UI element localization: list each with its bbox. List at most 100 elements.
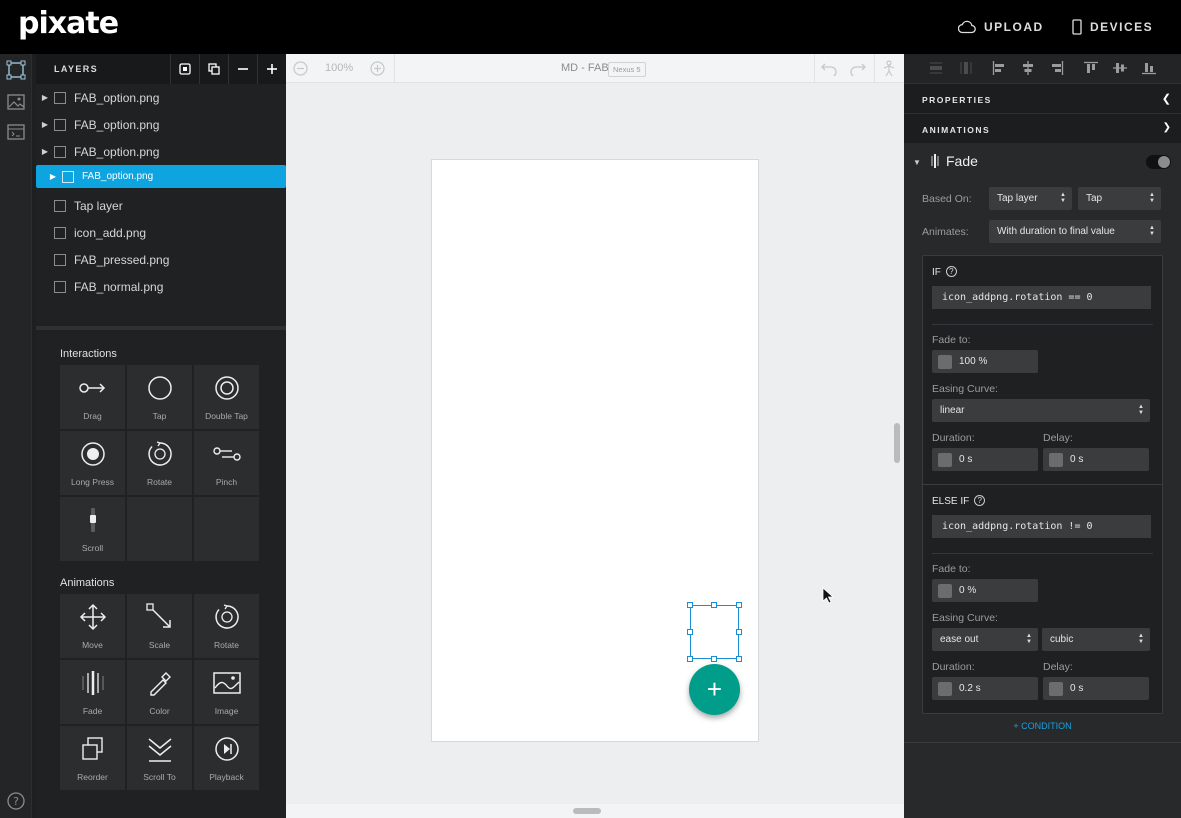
device-badge[interactable]: Nexus 5 bbox=[608, 62, 646, 77]
scale-animation-tile[interactable]: Scale bbox=[127, 594, 192, 658]
selection-box[interactable] bbox=[687, 602, 742, 662]
layer-row-selected[interactable]: ▶ FAB_option.png bbox=[36, 165, 286, 188]
long-press-interaction-tile[interactable]: Long Press bbox=[60, 431, 125, 495]
delay-input[interactable]: 0 s bbox=[1043, 448, 1149, 471]
undo-icon[interactable] bbox=[820, 61, 838, 76]
align-left-icon[interactable] bbox=[992, 61, 1006, 75]
easing-curve-select[interactable]: ease out ▲ ▼ bbox=[932, 628, 1038, 651]
duration-input[interactable]: 0 s bbox=[932, 448, 1038, 471]
based-on-layer-select[interactable]: Tap layer ▲ ▼ bbox=[989, 187, 1072, 210]
easing-type-select[interactable]: cubic ▲ ▼ bbox=[1042, 628, 1150, 651]
duration-input[interactable]: 0.2 s bbox=[932, 677, 1038, 700]
enable-toggle[interactable] bbox=[1146, 155, 1171, 169]
layer-checkbox[interactable] bbox=[54, 199, 66, 212]
rotate-animation-tile[interactable]: Rotate bbox=[194, 594, 259, 658]
vertical-scrollbar[interactable] bbox=[894, 423, 900, 463]
align-bottom-icon[interactable] bbox=[1142, 61, 1156, 75]
layer-checkbox[interactable] bbox=[54, 253, 66, 266]
layers-panel: LAYERS ▶ FAB_option.png ▶ FAB_option.png ▶… bbox=[36, 54, 286, 326]
help-icon[interactable]: ? bbox=[974, 495, 986, 506]
help-icon[interactable]: ? bbox=[945, 266, 957, 277]
pinch-interaction-tile[interactable]: Pinch bbox=[194, 431, 259, 495]
reorder-animation-tile[interactable]: Reorder bbox=[60, 726, 125, 790]
remove-layer-button[interactable] bbox=[228, 54, 256, 84]
code-tool-icon[interactable] bbox=[6, 122, 26, 142]
preview-person-icon[interactable] bbox=[882, 60, 896, 77]
layer-checkbox[interactable] bbox=[54, 280, 66, 293]
layer-row[interactable]: FAB_pressed.png bbox=[36, 246, 286, 273]
layer-row[interactable]: Tap layer bbox=[36, 192, 286, 219]
layers-tool-icon[interactable] bbox=[6, 60, 26, 80]
distribute-vertical-icon[interactable] bbox=[959, 61, 973, 75]
scroll-interaction-tile[interactable]: Scroll bbox=[60, 497, 125, 561]
redo-icon[interactable] bbox=[849, 61, 867, 76]
resize-handle[interactable] bbox=[736, 629, 742, 635]
layer-row[interactable]: ▶ FAB_option.png bbox=[36, 138, 286, 165]
expand-triangle-icon[interactable]: ▶ bbox=[36, 93, 54, 102]
layer-checkbox[interactable] bbox=[54, 226, 66, 239]
drag-interaction-tile[interactable]: Drag bbox=[60, 365, 125, 429]
upload-button[interactable]: UPLOAD bbox=[958, 16, 1044, 38]
align-middle-vertical-icon[interactable] bbox=[1113, 61, 1127, 75]
playback-animation-tile[interactable]: Playback bbox=[194, 726, 259, 790]
resize-handle[interactable] bbox=[687, 602, 693, 608]
clock-icon bbox=[938, 452, 952, 467]
devices-button[interactable]: DEVICES bbox=[1072, 16, 1153, 38]
animations-section-header[interactable]: ANIMATIONS ❯ bbox=[904, 113, 1181, 143]
properties-section-header[interactable]: PROPERTIES ❮ bbox=[904, 83, 1181, 113]
tap-interaction-tile[interactable]: Tap bbox=[127, 365, 192, 429]
else-if-condition-input[interactable]: icon_addpng.rotation != 0 bbox=[932, 515, 1151, 538]
if-condition-input[interactable]: icon_addpng.rotation == 0 bbox=[932, 286, 1151, 309]
fade-animation-tile[interactable]: Fade bbox=[60, 660, 125, 724]
zoom-out-icon[interactable] bbox=[293, 61, 308, 76]
layer-row[interactable]: icon_add.png bbox=[36, 219, 286, 246]
fade-to-input[interactable]: 0 % bbox=[932, 579, 1038, 602]
app-logo[interactable]: pixate bbox=[18, 6, 119, 41]
resize-handle[interactable] bbox=[711, 602, 717, 608]
move-animation-tile[interactable]: Move bbox=[60, 594, 125, 658]
scroll-to-animation-tile[interactable]: Scroll To bbox=[127, 726, 192, 790]
layers-header: LAYERS bbox=[36, 54, 286, 84]
align-right-icon[interactable] bbox=[1050, 61, 1064, 75]
fade-to-input[interactable]: 100 % bbox=[932, 350, 1038, 373]
double-tap-interaction-tile[interactable]: Double Tap bbox=[194, 365, 259, 429]
animates-select[interactable]: With duration to final value ▲ ▼ bbox=[989, 220, 1161, 243]
layer-row[interactable]: ▶ FAB_option.png bbox=[36, 84, 286, 111]
expand-triangle-icon[interactable]: ▶ bbox=[44, 172, 62, 181]
align-center-horizontal-icon[interactable] bbox=[1021, 61, 1035, 75]
add-layer-button[interactable] bbox=[257, 54, 285, 84]
duplicate-layer-button[interactable] bbox=[199, 54, 227, 84]
image-animation-tile[interactable]: Image bbox=[194, 660, 259, 724]
fab-add-button[interactable]: + bbox=[689, 664, 740, 715]
distribute-horizontal-icon[interactable] bbox=[929, 61, 943, 75]
horizontal-scrollbar[interactable] bbox=[573, 808, 601, 814]
zoom-level[interactable]: 100% bbox=[325, 62, 353, 74]
easing-curve-select[interactable]: linear ▲ ▼ bbox=[932, 399, 1150, 422]
layer-row[interactable]: ▶ FAB_option.png bbox=[36, 111, 286, 138]
rotate-interaction-tile[interactable]: Rotate bbox=[127, 431, 192, 495]
resize-handle[interactable] bbox=[736, 656, 742, 662]
align-top-icon[interactable] bbox=[1084, 61, 1098, 75]
color-animation-tile[interactable]: Color bbox=[127, 660, 192, 724]
group-layer-button[interactable] bbox=[170, 54, 198, 84]
layer-checkbox[interactable] bbox=[62, 170, 74, 183]
layer-checkbox[interactable] bbox=[54, 145, 66, 158]
help-icon[interactable]: ? bbox=[6, 791, 26, 811]
resize-handle[interactable] bbox=[687, 656, 693, 662]
resize-handle[interactable] bbox=[687, 629, 693, 635]
animation-name[interactable]: Fade bbox=[946, 153, 978, 169]
image-tool-icon[interactable] bbox=[6, 92, 26, 112]
expand-triangle-icon[interactable]: ▶ bbox=[36, 147, 54, 156]
add-condition-link[interactable]: + CONDITION bbox=[904, 721, 1181, 731]
layer-checkbox[interactable] bbox=[54, 118, 66, 131]
collapse-triangle-icon[interactable]: ▼ bbox=[913, 158, 921, 167]
layer-row[interactable]: FAB_normal.png bbox=[36, 273, 286, 300]
layer-checkbox[interactable] bbox=[54, 91, 66, 104]
based-on-event-select[interactable]: Tap ▲ ▼ bbox=[1078, 187, 1161, 210]
delay-input[interactable]: 0 s bbox=[1043, 677, 1149, 700]
resize-handle[interactable] bbox=[736, 602, 742, 608]
select-arrows-icon: ▲ ▼ bbox=[1149, 192, 1155, 204]
expand-triangle-icon[interactable]: ▶ bbox=[36, 120, 54, 129]
zoom-in-icon[interactable] bbox=[370, 61, 385, 76]
resize-handle[interactable] bbox=[711, 656, 717, 662]
